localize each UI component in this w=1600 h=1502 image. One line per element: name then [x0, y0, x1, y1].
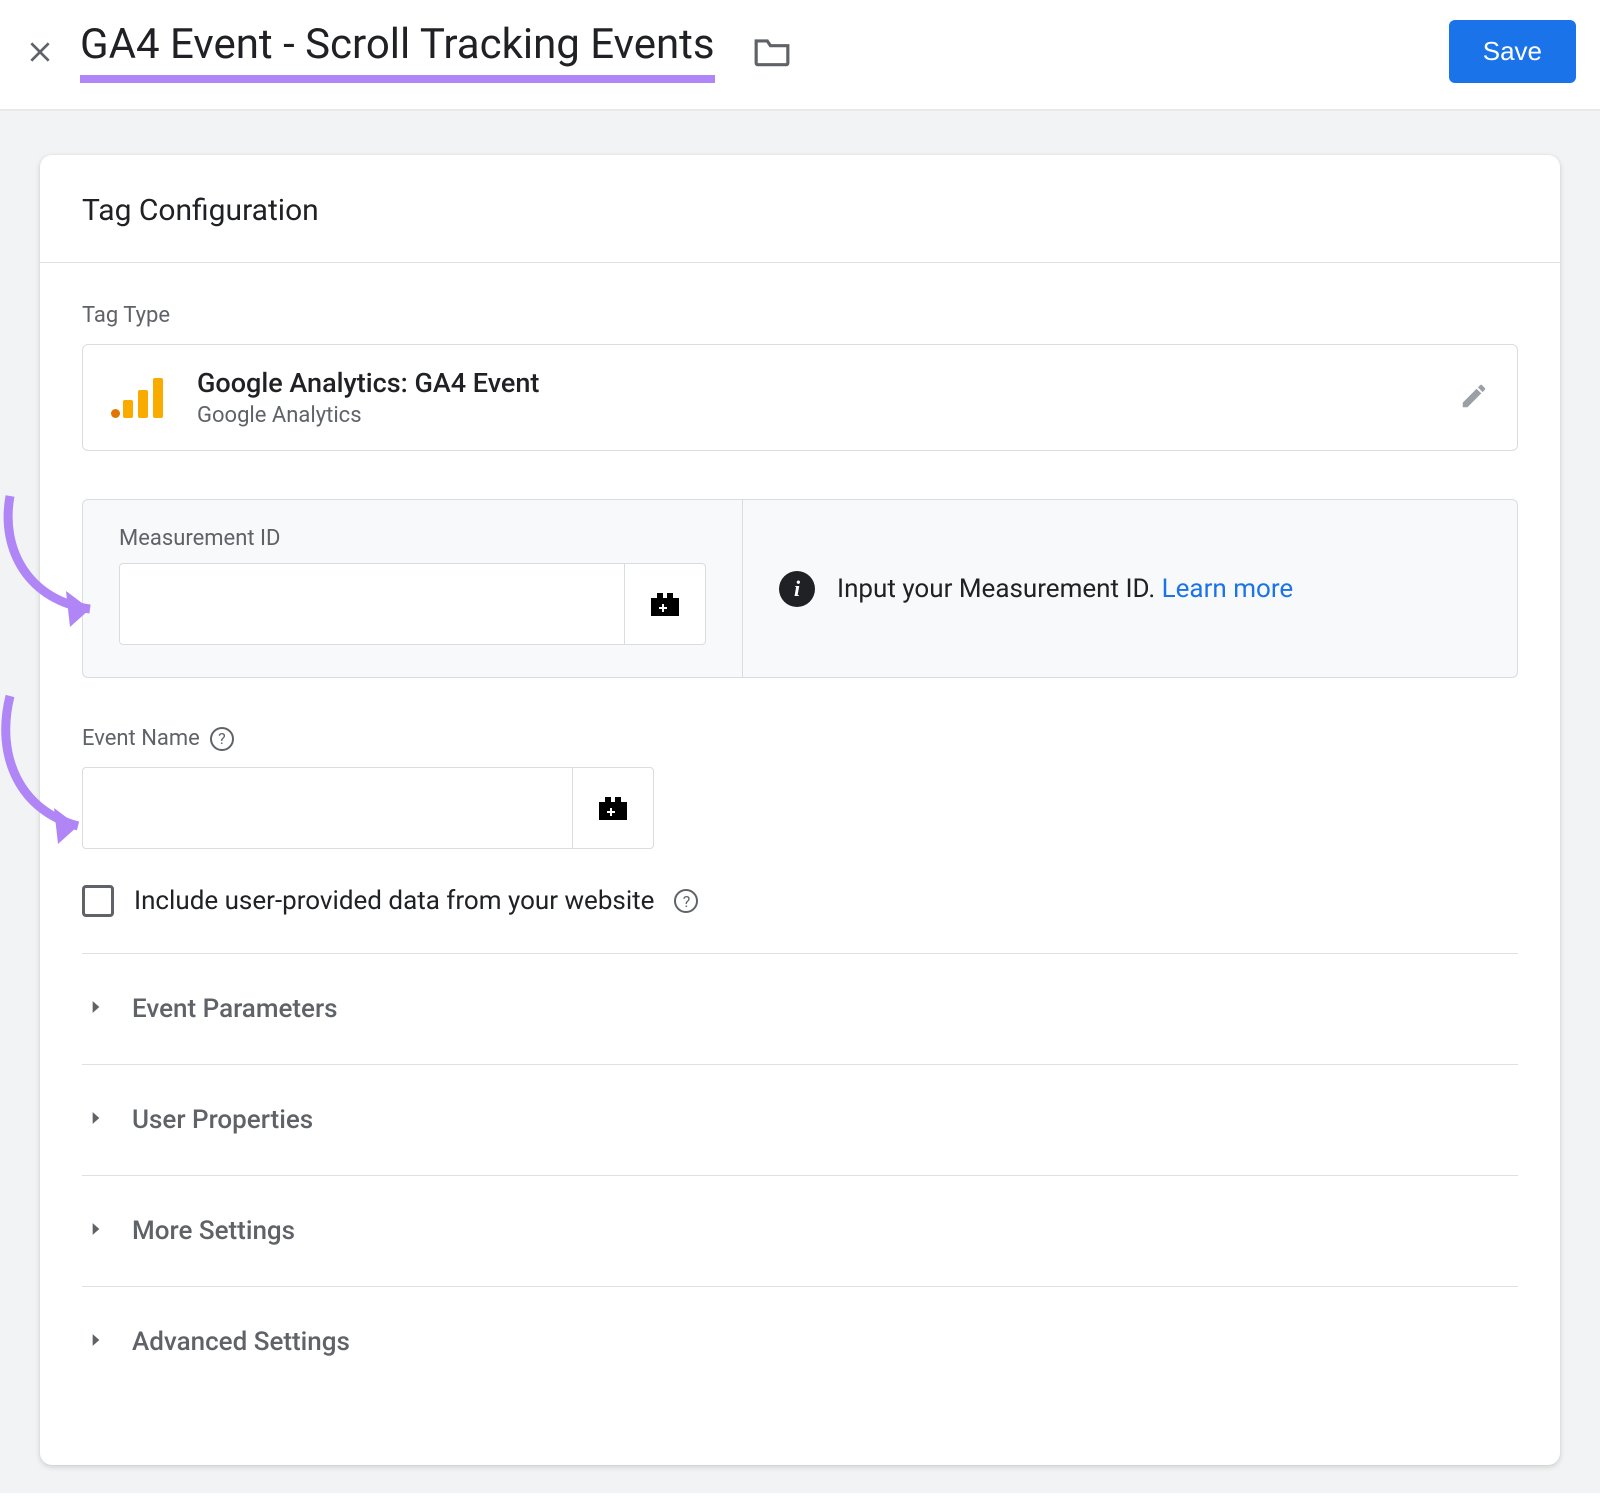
editor-stage: Tag Configuration Tag Type Google Analyt…: [0, 111, 1600, 1493]
chevron-right-icon: [86, 1219, 106, 1243]
measurement-id-hint: Input your Measurement ID. Learn more: [837, 574, 1293, 604]
chevron-right-icon: [86, 1330, 106, 1354]
include-user-data-checkbox[interactable]: [82, 885, 114, 917]
learn-more-link[interactable]: Learn more: [1162, 574, 1294, 604]
tag-type-vendor: Google Analytics: [197, 403, 539, 428]
include-user-data-label: Include user-provided data from your web…: [134, 886, 654, 916]
close-icon[interactable]: [24, 36, 56, 68]
help-icon[interactable]: ?: [674, 889, 698, 913]
variable-picker-button[interactable]: [624, 563, 706, 645]
include-user-data-row[interactable]: Include user-provided data from your web…: [82, 885, 1518, 954]
tag-type-name: Google Analytics: GA4 Event: [197, 367, 539, 399]
save-button[interactable]: Save: [1449, 20, 1576, 83]
measurement-id-input[interactable]: [119, 563, 624, 645]
google-analytics-icon: [111, 378, 163, 418]
chevron-right-icon: [86, 1108, 106, 1132]
page-title[interactable]: GA4 Event - Scroll Tracking Events: [80, 20, 715, 82]
help-icon[interactable]: ?: [210, 727, 234, 751]
section-more-settings[interactable]: More Settings: [82, 1176, 1518, 1287]
tag-config-card: Tag Configuration Tag Type Google Analyt…: [40, 155, 1560, 1465]
folder-icon[interactable]: [753, 36, 791, 68]
info-icon: i: [779, 571, 815, 607]
measurement-id-panel: Measurement ID i: [82, 499, 1518, 678]
edit-icon[interactable]: [1459, 381, 1489, 415]
card-heading: Tag Configuration: [40, 155, 1560, 263]
event-name-label: Event Name: [82, 726, 200, 751]
measurement-id-label: Measurement ID: [119, 526, 706, 551]
tag-type-label: Tag Type: [82, 303, 1518, 328]
section-event-parameters[interactable]: Event Parameters: [82, 954, 1518, 1065]
section-advanced-settings[interactable]: Advanced Settings: [82, 1287, 1518, 1397]
chevron-right-icon: [86, 997, 106, 1021]
tag-type-selector[interactable]: Google Analytics: GA4 Event Google Analy…: [82, 344, 1518, 451]
variable-picker-button[interactable]: [572, 767, 654, 849]
section-user-properties[interactable]: User Properties: [82, 1065, 1518, 1176]
editor-header: GA4 Event - Scroll Tracking Events Save: [0, 0, 1600, 111]
event-name-input[interactable]: [82, 767, 572, 849]
